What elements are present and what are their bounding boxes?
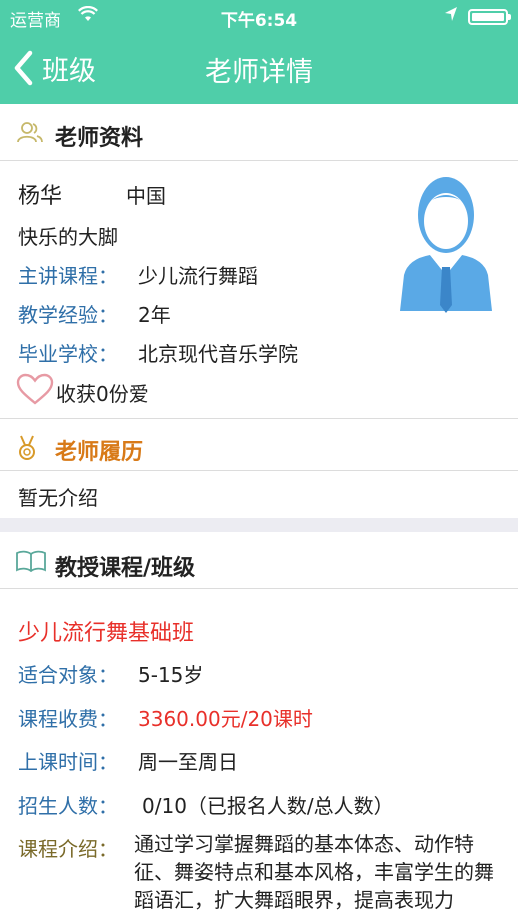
- section-separator: [0, 518, 518, 532]
- divider: [0, 588, 518, 589]
- resume-content: 暂无介绍: [18, 486, 98, 510]
- course-intro-label: 课程介绍：: [18, 837, 118, 861]
- teacher-nickname: 快乐的大脚: [18, 225, 118, 249]
- navigation-bar: 班级 老师详情: [0, 32, 518, 104]
- divider: [0, 160, 518, 161]
- profile-section-title: 老师资料: [55, 126, 144, 151]
- course-intro-text: 通过学习掌握舞蹈的基本体态、动作特征、舞姿特点和基本风格，丰富学生的舞蹈语汇，扩…: [134, 832, 494, 912]
- schedule-value: 周一至周日: [138, 750, 238, 774]
- teacher-country: 中国: [126, 184, 166, 208]
- target-age-value: 5-15岁: [138, 663, 204, 687]
- main-course-label: 主讲课程：: [18, 264, 118, 288]
- fee-label: 课程收费：: [18, 707, 118, 731]
- experience-label: 教学经验：: [18, 303, 118, 327]
- page-title: 老师详情: [205, 57, 313, 88]
- status-time: 下午6:54: [220, 11, 298, 31]
- user-group-icon: [16, 120, 44, 148]
- resume-section-header: 老师履历: [0, 426, 518, 466]
- course-name[interactable]: 少儿流行舞基础班: [18, 615, 194, 647]
- location-arrow-icon: [444, 6, 458, 26]
- teacher-name: 杨华: [18, 184, 63, 209]
- medal-icon: [16, 434, 38, 466]
- experience-value: 2年: [138, 303, 171, 327]
- divider: [0, 418, 518, 419]
- courses-section-header: 教授课程/班级: [0, 540, 518, 584]
- enrollment-value: 0/10（已报名人数/总人数）: [142, 794, 394, 818]
- divider: [0, 470, 518, 471]
- fee-value: 3360.00元/20课时: [138, 707, 313, 731]
- open-book-icon: [16, 550, 46, 576]
- likes-count: 收获0份爱: [56, 382, 149, 406]
- main-course-value: 少儿流行舞蹈: [138, 264, 258, 288]
- schedule-label: 上课时间：: [18, 750, 118, 774]
- battery-icon: [468, 9, 511, 25]
- status-bar: 运营商 下午6:54: [0, 0, 518, 32]
- resume-section-title: 老师履历: [55, 440, 144, 465]
- courses-section-title: 教授课程/班级: [55, 556, 196, 581]
- target-age-label: 适合对象：: [18, 663, 118, 687]
- school-value: 北京现代音乐学院: [138, 342, 298, 366]
- school-label: 毕业学校：: [18, 342, 118, 366]
- avatar: [400, 175, 492, 315]
- heart-icon[interactable]: [16, 373, 54, 409]
- enrollment-label: 招生人数：: [18, 794, 118, 818]
- profile-section-header: 老师资料: [0, 112, 518, 154]
